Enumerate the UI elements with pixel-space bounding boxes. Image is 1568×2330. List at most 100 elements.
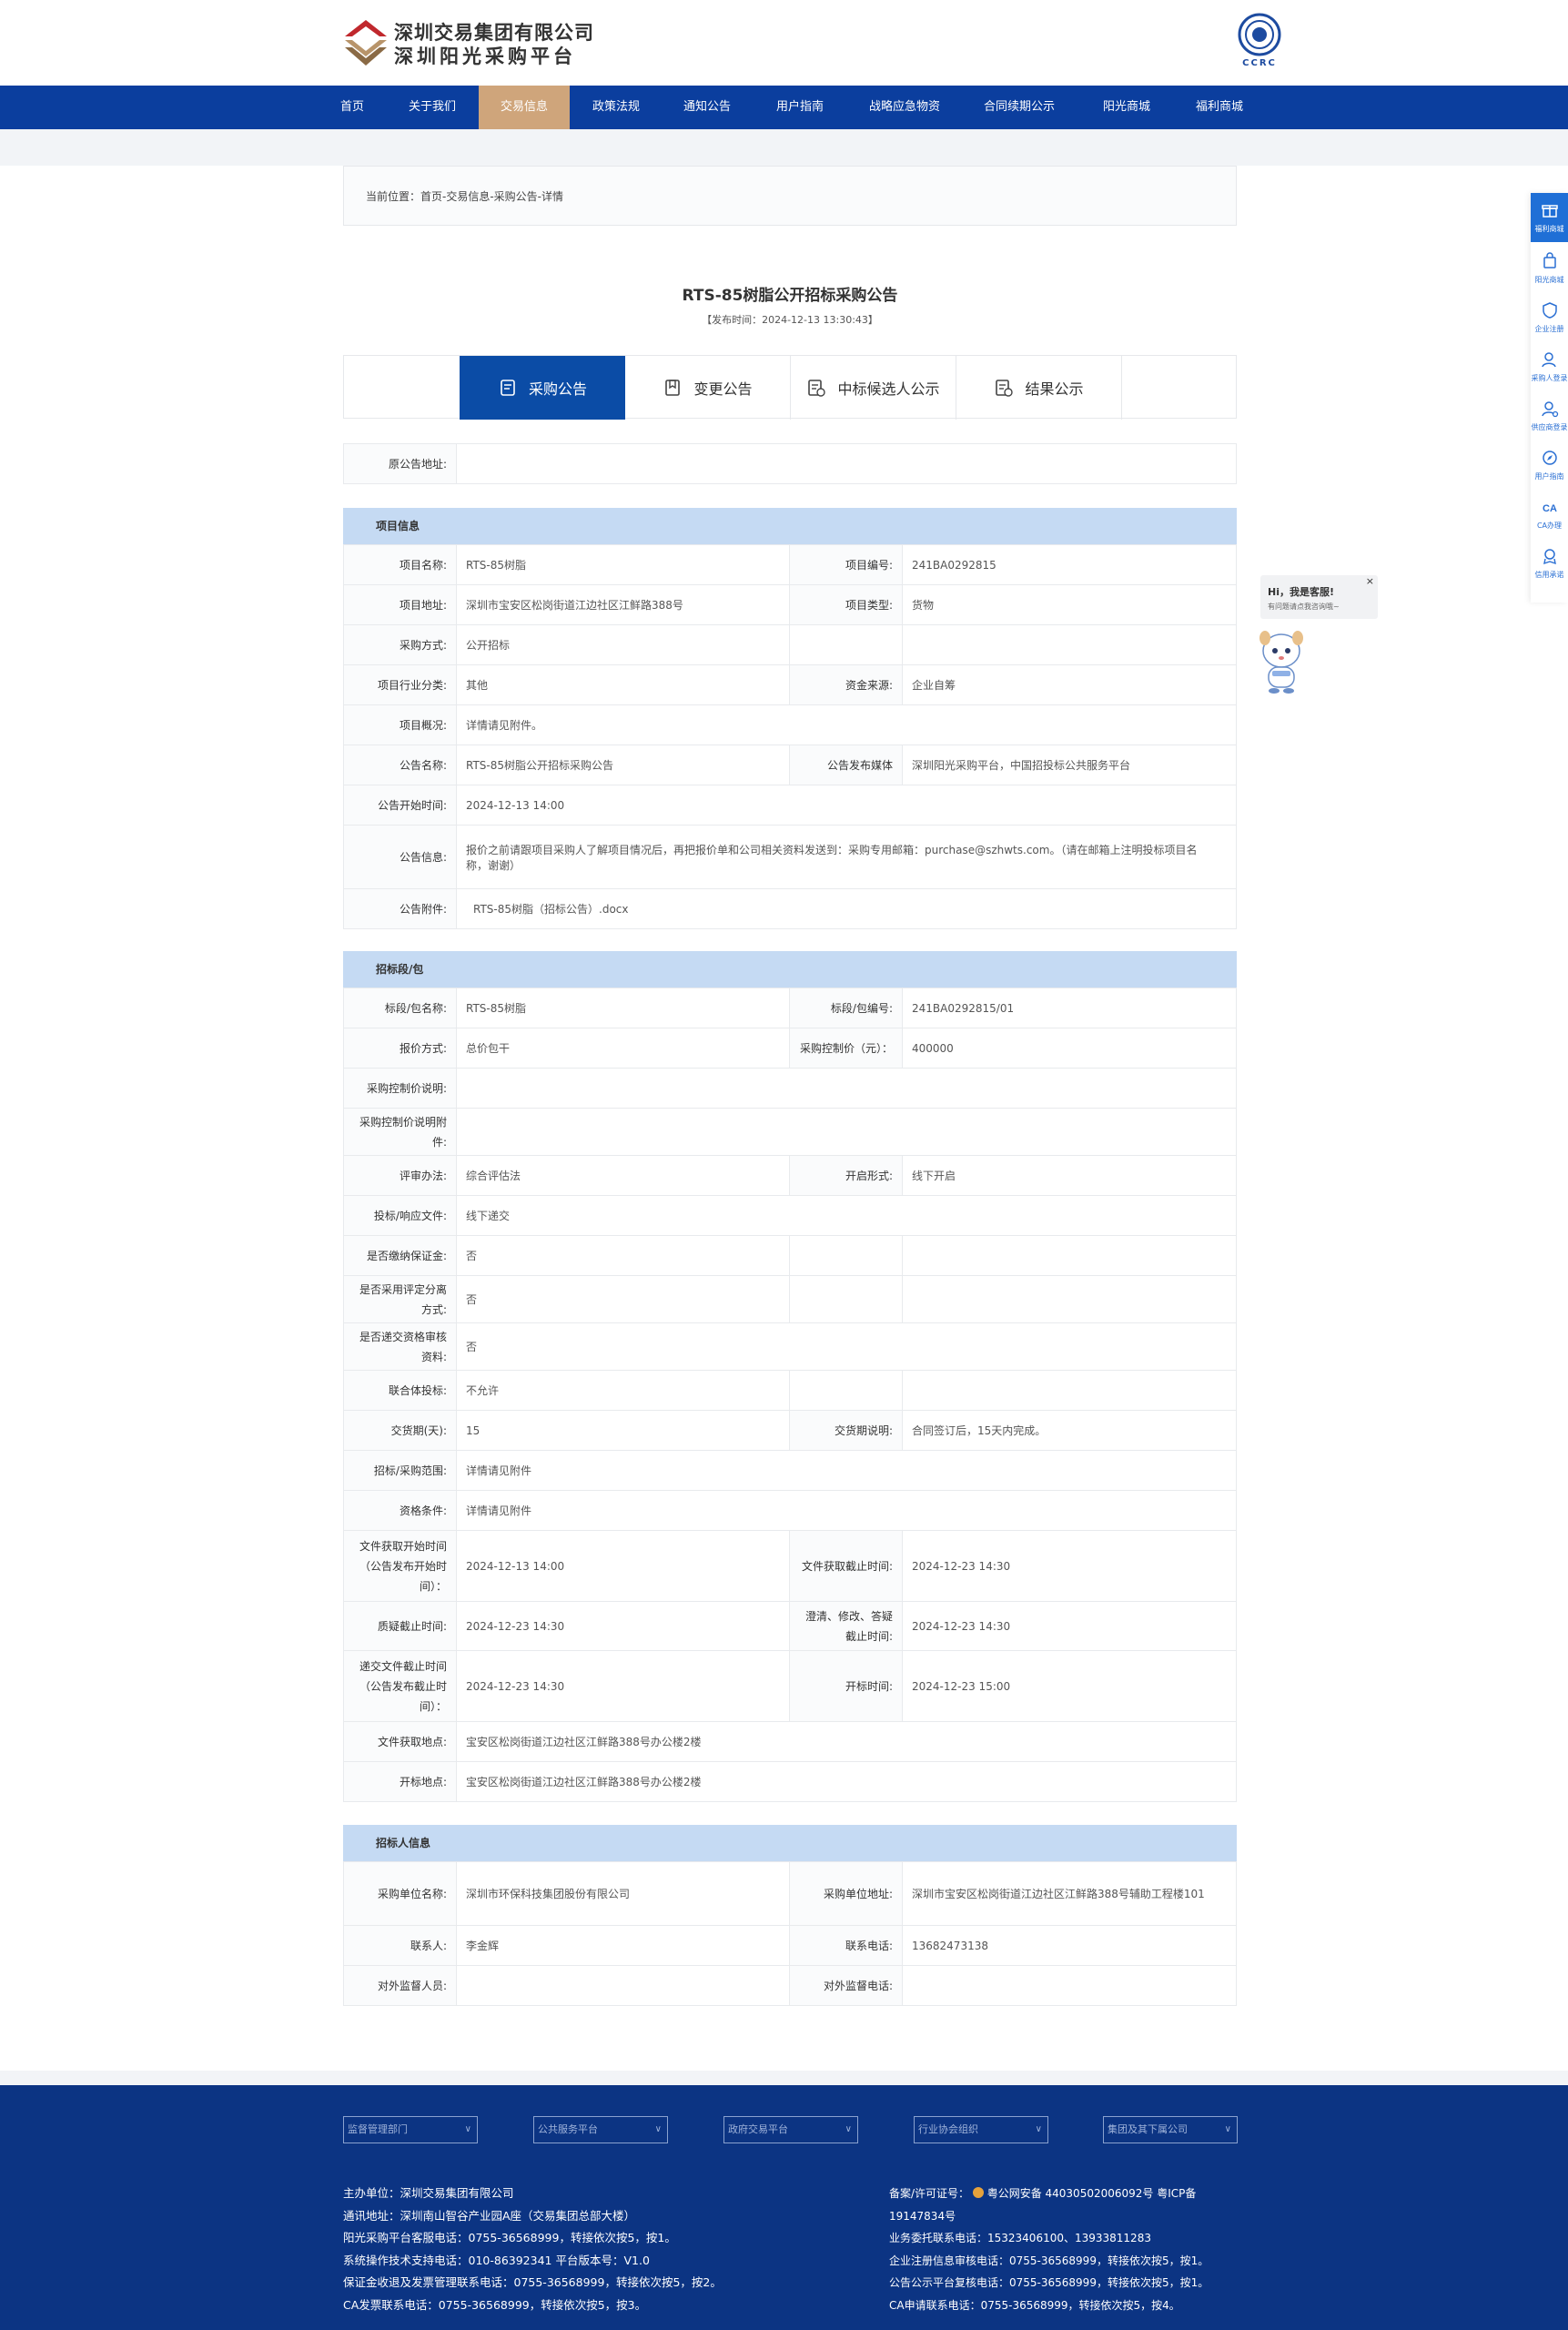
nav-item-about[interactable]: 关于我们 (400, 86, 464, 129)
source-value[interactable] (456, 443, 1237, 484)
cell-value: 报价之前请跟项目采购人了解项目情况后，再把报价单和公司相关资料发送到：采购专用邮… (456, 825, 1237, 889)
cell-label: 交货期说明: (789, 1410, 903, 1451)
cell-label: 项目编号: (789, 544, 903, 585)
cell-value: 241BA0292815/01 (902, 988, 1237, 1028)
sidebar-label: CA办理 (1536, 522, 1563, 530)
cell-label: 对外监督人员: (343, 1965, 457, 2006)
select-industry[interactable]: 行业协会组织 ∨ (914, 2116, 1048, 2143)
nav-item-notice[interactable]: 通知公告 (673, 86, 741, 129)
cell-value: 400000 (902, 1028, 1237, 1069)
tab-result-notice[interactable]: 结果公示 (956, 356, 1122, 420)
cell-value: 15 (456, 1410, 790, 1451)
nav-item-welfare-mall[interactable]: 福利商城 (1185, 86, 1254, 129)
cell-label: 交货期(天): (343, 1410, 457, 1451)
cell-label: 联系电话: (789, 1925, 903, 1966)
nav-item-sunshine-mall[interactable]: 阳光商城 (1092, 86, 1161, 129)
cell-label: 公告名称: (343, 745, 457, 785)
nav-item-policy[interactable]: 政策法规 (582, 86, 650, 129)
select-supervision[interactable]: 监督管理部门 ∨ (343, 2116, 478, 2143)
police-badge-icon (972, 2187, 984, 2198)
cell-value: 公开招标 (456, 624, 790, 665)
table-row: 文件获取开始时间（公告发布开始时间）： 2024-12-13 14:00 文件获… (343, 1530, 1237, 1602)
sidebar-item-buyer-login[interactable]: 采购人登录 (1531, 342, 1568, 391)
sidebar-item-ca[interactable]: CA CA办理 (1531, 490, 1568, 539)
nav-item-emergency[interactable]: 战略应急物资 (861, 86, 948, 129)
table-row: 公告附件: RTS-85树脂（招标公告）.docx (343, 888, 1237, 929)
cell-value: RTS-85树脂 (456, 988, 790, 1028)
chevron-down-icon: ∨ (1224, 2124, 1231, 2134)
site-logo[interactable]: 深圳交易集团有限公司 深圳阳光采购平台 (343, 18, 616, 67)
table-row: 原公告地址: (343, 443, 1237, 484)
cell-empty (902, 624, 1237, 665)
nav-item-home[interactable]: 首页 (331, 86, 373, 129)
notice-doc-icon (501, 380, 515, 396)
sidebar-item-register[interactable]: 企业注册 (1531, 293, 1568, 342)
tab-candidate-notice[interactable]: 中标候选人公示 (791, 356, 956, 420)
ccrc-seal-icon (1238, 13, 1281, 56)
cell-value: 李金辉 (456, 1925, 790, 1966)
cell-value: 不允许 (456, 1370, 790, 1411)
tab-change-notice[interactable]: 变更公告 (625, 356, 791, 420)
cell-value: 否 (456, 1275, 790, 1323)
list-check-icon (808, 380, 826, 397)
chevron-down-icon: ∨ (1035, 2124, 1042, 2134)
table-row: 采购方式: 公开招标 (343, 624, 1237, 665)
section-header-project: 项目信息 (343, 508, 1237, 544)
chevron-down-icon: ∨ (845, 2124, 852, 2134)
cell-label: 项目名称: (343, 544, 457, 585)
cell-value: 241BA0292815 (902, 544, 1237, 585)
table-row: 开标地点: 宝安区松岗街道江边社区江鲜路388号办公楼2楼 (343, 1761, 1237, 1802)
select-public-service[interactable]: 公共服务平台 ∨ (533, 2116, 668, 2143)
close-icon[interactable]: × (1366, 575, 1374, 587)
cell-empty (902, 1235, 1237, 1276)
attachment-link[interactable]: RTS-85树脂（招标公告）.docx (466, 903, 629, 916)
nav-item-contract[interactable]: 合同续期公示 (976, 86, 1063, 129)
table-row: 是否递交资格审核资料: 否 (343, 1322, 1237, 1371)
cell-value: 其他 (456, 664, 790, 705)
sidebar-item-supplier-login[interactable]: 供应商登录 (1531, 391, 1568, 441)
cell-value: 货物 (902, 584, 1237, 625)
cell-label: 采购单位名称: (343, 1861, 457, 1926)
cell-label: 招标/采购范围: (343, 1450, 457, 1491)
customer-service-bubble[interactable]: × Hi，我是客服! 有问题请点我咨询哦~ (1260, 575, 1378, 619)
mascot-icon[interactable] (1254, 623, 1309, 696)
select-gov-platform[interactable]: 政府交易平台 ∨ (723, 2116, 858, 2143)
footer-line: 公告公示平台复核电话：0755-36568999，转接依次按5，按1。 (889, 2276, 1209, 2289)
cell-label: 报价方式: (343, 1028, 457, 1069)
sidebar-item-guide[interactable]: 用户指南 (1531, 441, 1568, 490)
footer-line: 通讯地址：深圳南山智谷产业园A座（交易集团总部大楼） (343, 2208, 636, 2223)
sidebar-item-credit[interactable]: 信用承诺 (1531, 539, 1568, 588)
sidebar-item-welfare[interactable]: 福利商城 (1531, 193, 1568, 242)
ca-icon: CA (1543, 503, 1557, 514)
footer-right-info: 备案/许可证号： 粤公网安备 44030502006092号 粤ICP备1914… (889, 2183, 1244, 2316)
tab-label: 采购公告 (528, 380, 587, 398)
nav-item-guide[interactable]: 用户指南 (764, 86, 835, 129)
table-row: 采购控制价说明: (343, 1068, 1237, 1109)
sidebar-label: 企业注册 (1534, 325, 1564, 333)
cell-label: 资金来源: (789, 664, 903, 705)
table-row: 项目概况: 详情请见附件。 (343, 704, 1237, 745)
footer-license-label: 备案/许可证号： (889, 2187, 970, 2200)
nav-item-trade-info[interactable]: 交易信息 (479, 86, 570, 129)
table-row: 公告信息: 报价之前请跟项目采购人了解项目情况后，再把报价单和公司相关资料发送到… (343, 825, 1237, 889)
page-title: RTS-85树脂公开招标采购公告 (682, 287, 898, 305)
cell-label: 公告附件: (343, 888, 457, 929)
section-header-bid: 招标段/包 (343, 951, 1237, 988)
cell-empty (789, 1275, 903, 1323)
cell-empty (789, 1370, 903, 1411)
cell-value (456, 1068, 1237, 1109)
notice-tabs: 采购公告 变更公告 中标候选人公示 结果公示 (343, 355, 1237, 420)
select-group-company[interactable]: 集团及其下属公司 ∨ (1103, 2116, 1238, 2143)
table-row: 评审办法: 综合评估法 开启形式: 线下开启 (343, 1155, 1237, 1196)
bag-icon (1543, 252, 1556, 268)
tab-purchase-notice[interactable]: 采购公告 (460, 356, 625, 420)
tab-label: 中标候选人公示 (837, 380, 940, 398)
cell-label: 标段/包名称: (343, 988, 457, 1028)
result-doc-icon (996, 380, 1014, 397)
svg-text:CA: CA (1543, 503, 1557, 514)
cell-value: 否 (456, 1322, 1237, 1371)
cell-value: 宝安区松岗街道江边社区江鲜路388号办公楼2楼 (456, 1721, 1237, 1762)
cell-label: 澄清、修改、答疑截止时间: (789, 1601, 903, 1651)
cell-value: 详情请见附件 (456, 1450, 1237, 1491)
sidebar-item-sunshine-mall[interactable]: 阳光商城 (1531, 244, 1568, 293)
